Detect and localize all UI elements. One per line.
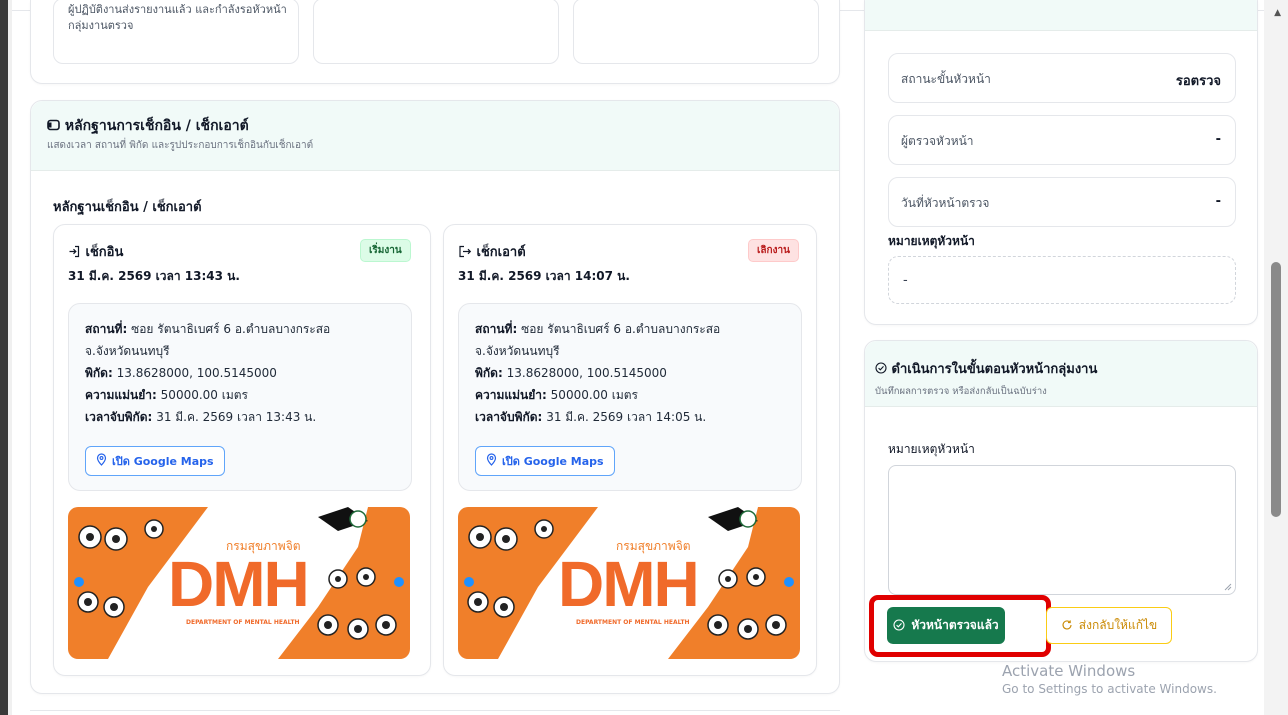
head-action-subtitle: บันทึกผลการตรวจ หรือส่งกลับเป็นฉบับร่าง [875, 386, 1047, 397]
checkin-place: สถานที่: ซอย รัตนาธิเบศร์ 6 อ.ตำบลบางกระ… [85, 322, 331, 336]
checkout-datetime: 31 มี.ค. 2569 เวลา 14:07 น. [458, 269, 630, 283]
head-stage-field: สถานะขั้นหัวหน้า รอตรวจ [888, 53, 1236, 103]
scroll-up-arrow-icon[interactable]: ▲ [1274, 8, 1281, 18]
checkout-place: สถานที่: ซอย รัตนาธิเบศร์ 6 อ.ตำบลบางกระ… [475, 322, 721, 336]
evidence-heading: หลักฐานเช็กอิน / เช็กเอาต์ [53, 200, 202, 215]
logout-icon [458, 245, 477, 260]
checkin-info-box: สถานที่: ซอย รัตนาธิเบศร์ 6 อ.ตำบลบางกระ… [68, 303, 412, 491]
map-pin-icon [486, 453, 497, 469]
checkout-title: เช็กเอาต์ [458, 241, 526, 262]
checkout-photo-logo-text: DMH [558, 548, 700, 620]
checkout-card: เช็กเอาต์ เลิกงาน 31 มี.ค. 2569 เวลา 14:… [443, 224, 817, 676]
head-note-textarea[interactable] [888, 465, 1236, 595]
head-stage-value: รอตรวจ [1175, 74, 1221, 89]
head-note-value: - [903, 273, 908, 288]
activate-windows-watermark: Activate Windows Go to Settings to activ… [1002, 662, 1217, 696]
checkout-photo-org-en: DEPARTMENT OF MENTAL HEALTH [576, 619, 690, 626]
summary-tile-1-text: ผู้ปฏิบัติงานส่งรายงานแล้ว และกำลังรอหัว… [68, 3, 287, 32]
checkin-badge: เริ่มงาน [360, 239, 411, 262]
next-section-edge [30, 710, 840, 715]
checkin-title: เช็กอิน [68, 241, 123, 262]
page-scrollbar[interactable]: ▲ [1264, 0, 1288, 715]
checkin-capture-time: เวลาจับพิกัด: 31 มี.ค. 2569 เวลา 13:43 น… [85, 410, 317, 424]
checkout-photo: กรมสุขภาพจิต DMH DEPARTMENT OF MENTAL HE… [458, 507, 800, 659]
checkout-maps-button[interactable]: เปิด Google Maps [475, 446, 615, 476]
head-reviewer-label: ผู้ตรวจหัวหน้า [901, 134, 974, 148]
rotate-icon [1061, 619, 1073, 633]
check-circle-icon [875, 362, 892, 377]
head-note-box: - [888, 256, 1236, 304]
head-date-value: - [1215, 194, 1221, 209]
evidence-header: หลักฐานการเช็กอิน / เช็กเอาต์ แสดงเวลา ส… [31, 101, 839, 171]
summary-tile-1: ผู้ปฏิบัติงานส่งรายงานแล้ว และกำลังรอหัว… [53, 0, 299, 64]
return-for-edit-button[interactable]: ส่งกลับให้แก้ไข [1046, 607, 1172, 644]
checkin-datetime: 31 มี.ค. 2569 เวลา 13:43 น. [68, 269, 240, 283]
head-note-label: หมายเหตุหัวหน้า [888, 234, 975, 248]
approve-highlight-frame [869, 595, 1051, 657]
checkin-accuracy: ความแม่นยำ: 50000.00 เมตร [85, 388, 248, 402]
camera-icon [47, 118, 65, 134]
head-date-label: วันที่หัวหน้าตรวจ [901, 196, 990, 210]
evidence-title: หลักฐานการเช็กอิน / เช็กเอาต์ [47, 115, 249, 137]
head-action-header: ดำเนินการในขั้นตอนหัวหน้ากลุ่มงาน บันทึก… [865, 341, 1257, 407]
map-pin-icon [96, 453, 107, 469]
head-action-note-label: หมายเหตุหัวหน้า [888, 442, 975, 456]
scroll-thumb[interactable] [1271, 262, 1281, 517]
checkin-photo-logo-text: DMH [168, 548, 310, 620]
window-left-gap [8, 0, 12, 715]
evidence-subtitle: แสดงเวลา สถานที่ พิกัด และรูปประกอบการเช… [47, 140, 314, 151]
checkout-badge: เลิกงาน [748, 239, 799, 262]
resize-handle-icon [1224, 583, 1232, 591]
checkin-photo-org-en: DEPARTMENT OF MENTAL HEALTH [186, 619, 300, 626]
checkin-coords: พิกัด: 13.8628000, 100.5145000 [85, 366, 277, 380]
checkout-coords: พิกัด: 13.8628000, 100.5145000 [475, 366, 667, 380]
checkout-accuracy: ความแม่นยำ: 50000.00 เมตร [475, 388, 638, 402]
head-reviewer-value: - [1215, 132, 1221, 147]
head-stage-label: สถานะขั้นหัวหน้า [901, 72, 991, 86]
summary-tile-2 [313, 0, 559, 64]
checkin-photo: กรมสุขภาพจิต DMH DEPARTMENT OF MENTAL HE… [68, 507, 410, 659]
summary-card: ผู้ปฏิบัติงานส่งรายงานแล้ว และกำลังรอหัว… [30, 0, 840, 84]
checkout-place-province: จ.จังหวัดนนทบุรี [475, 344, 560, 358]
head-reviewer-field: ผู้ตรวจหัวหน้า - [888, 115, 1236, 165]
head-action-title: ดำเนินการในขั้นตอนหัวหน้ากลุ่มงาน [875, 358, 1097, 379]
head-status-header [865, 0, 1257, 31]
checkout-capture-time: เวลาจับพิกัด: 31 มี.ค. 2569 เวลา 14:05 น… [475, 410, 707, 424]
checkin-maps-button[interactable]: เปิด Google Maps [85, 446, 225, 476]
checkout-info-box: สถานที่: ซอย รัตนาธิเบศร์ 6 อ.ตำบลบางกระ… [458, 303, 802, 491]
summary-tile-3 [573, 0, 819, 64]
checkin-place-province: จ.จังหวัดนนทบุรี [85, 344, 170, 358]
login-icon [68, 245, 86, 260]
checkin-card: เช็กอิน เริ่มงาน 31 มี.ค. 2569 เวลา 13:4… [53, 224, 431, 676]
window-left-edge [0, 0, 8, 715]
head-date-field: วันที่หัวหน้าตรวจ - [888, 177, 1236, 227]
